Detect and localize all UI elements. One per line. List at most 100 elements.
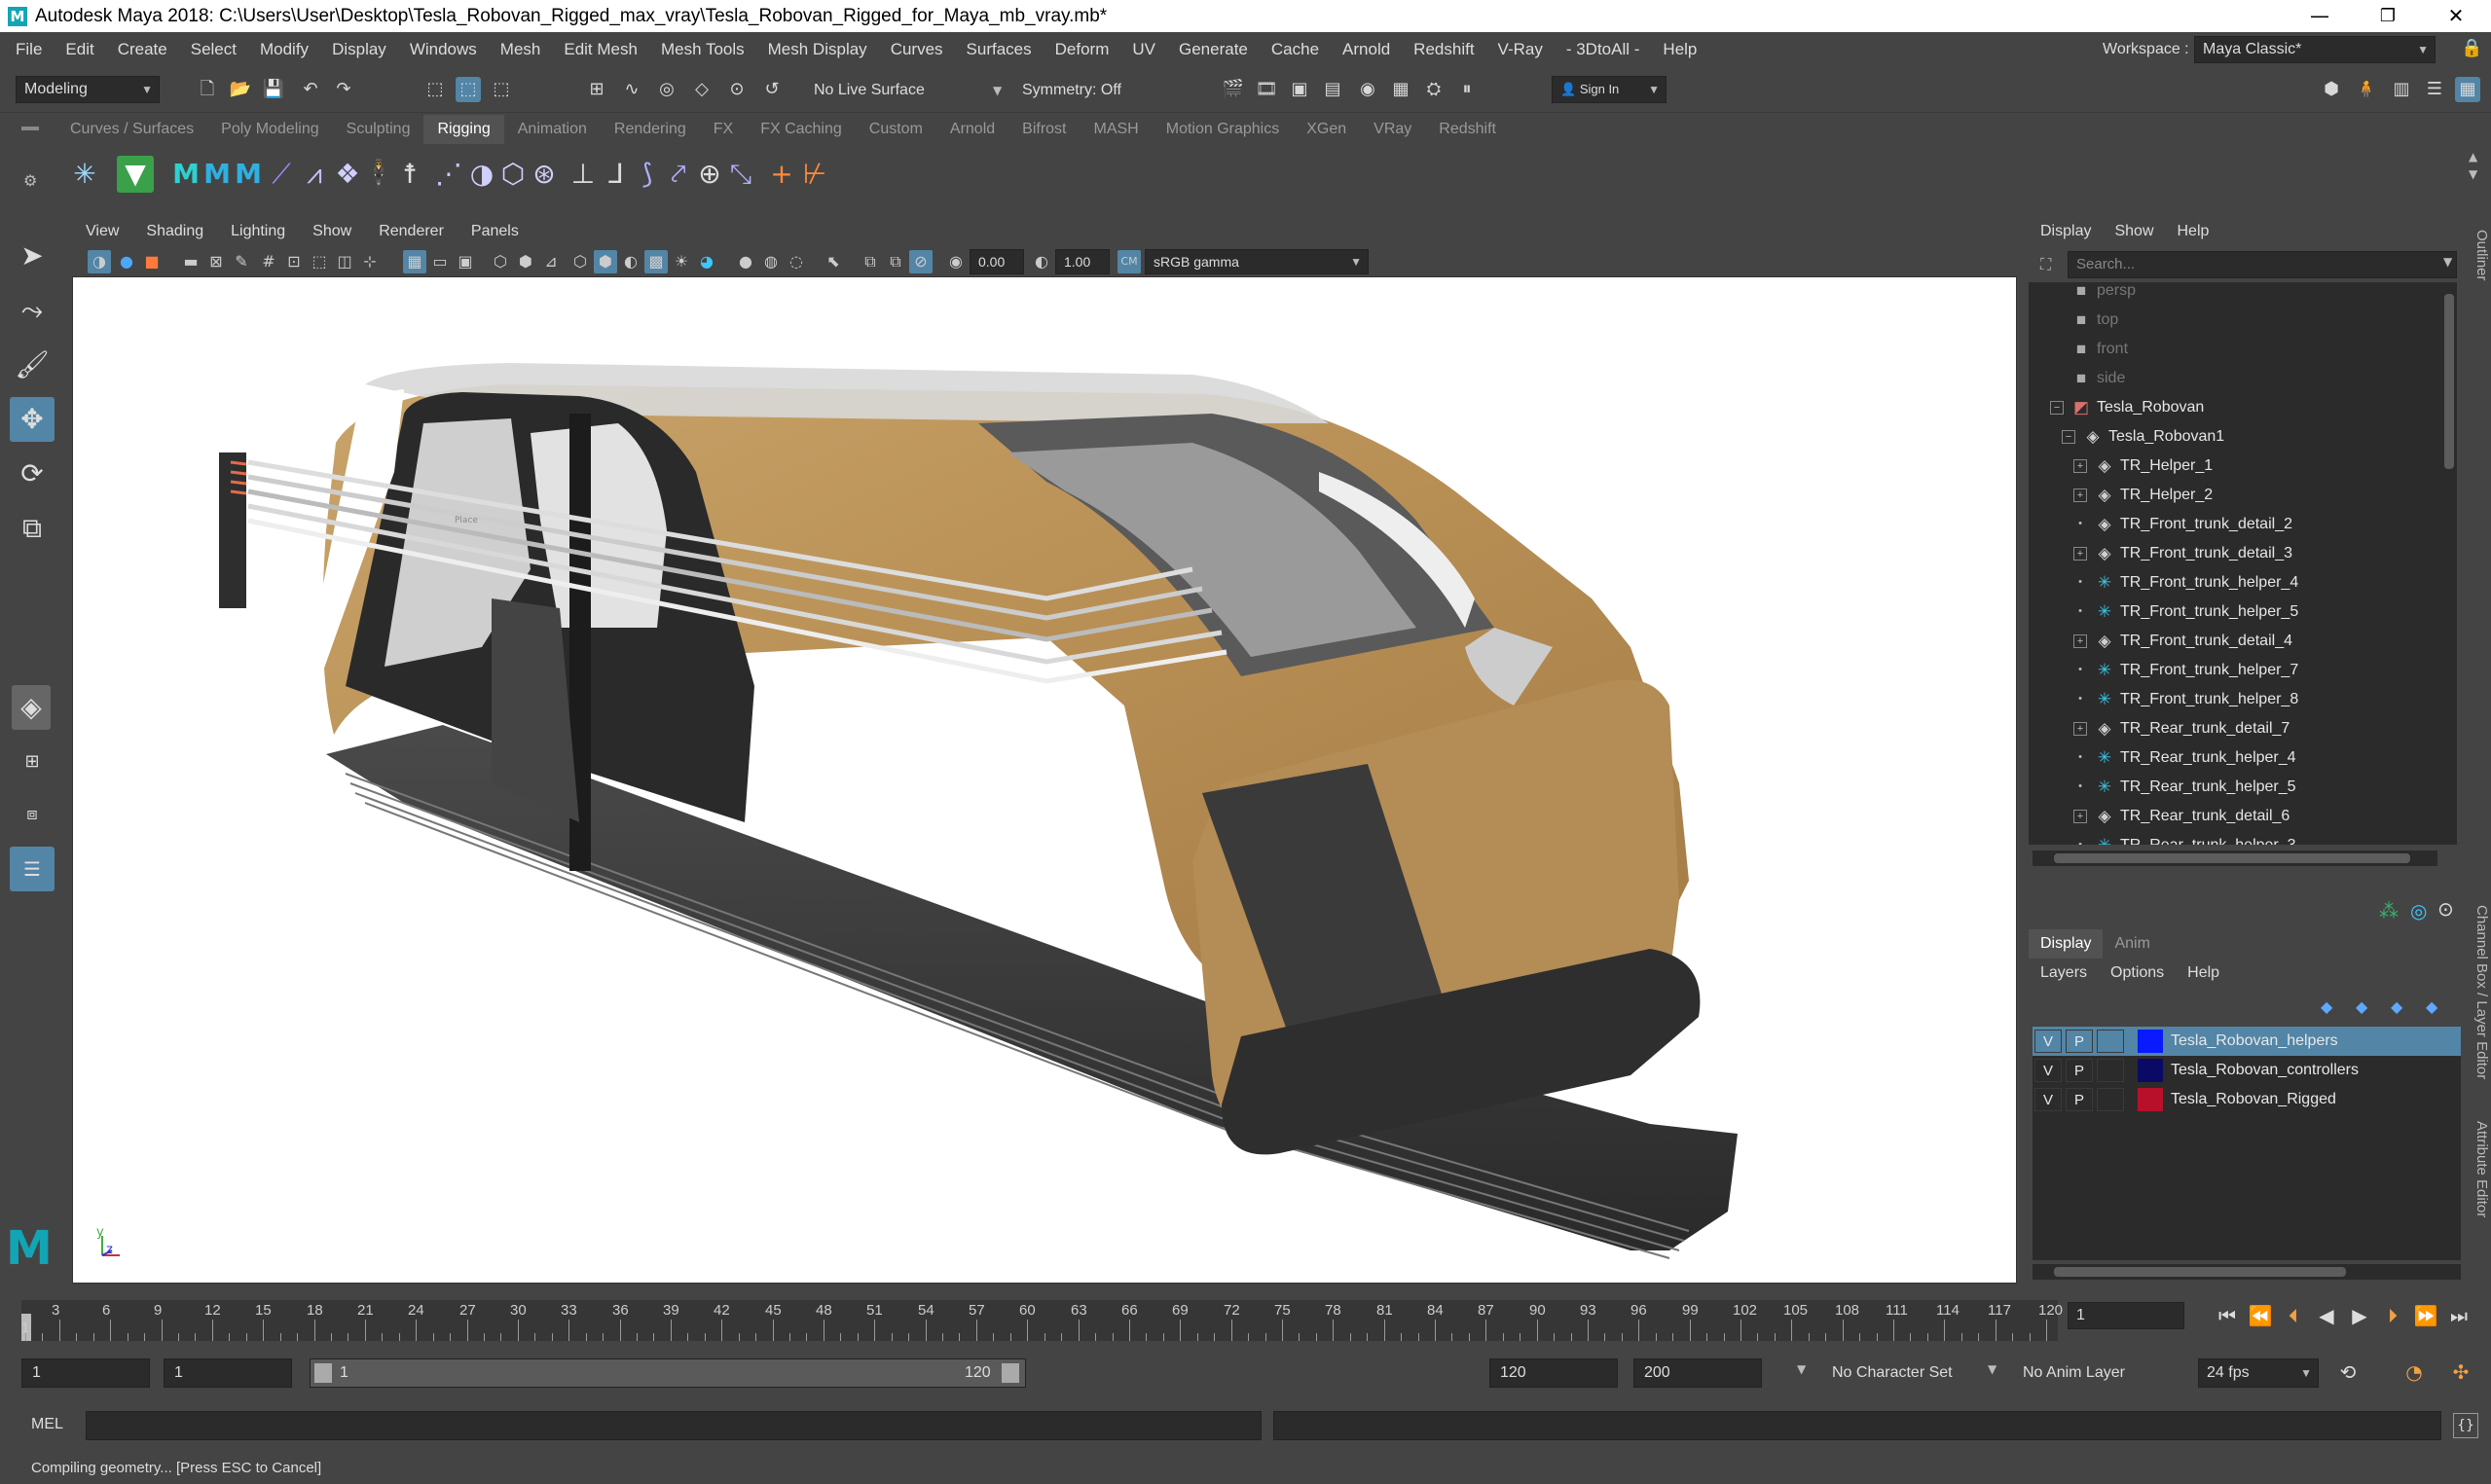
viewport-menu-renderer[interactable]: Renderer: [365, 216, 458, 247]
go-to-start-icon[interactable]: ⏮: [2214, 1302, 2241, 1329]
menu-create[interactable]: Create: [106, 32, 179, 66]
exposure-icon[interactable]: ◉: [944, 250, 968, 273]
camera-attributes-icon[interactable]: ●: [115, 250, 138, 273]
layer-tab-anim[interactable]: Anim: [2103, 929, 2161, 959]
render-frame-icon[interactable]: 🎞: [1254, 77, 1279, 102]
viewport-menu-show[interactable]: Show: [299, 216, 365, 247]
new-empty-layer-icon[interactable]: ◆: [2391, 997, 2402, 1016]
shelf-tab-menu-icon[interactable]: [21, 127, 39, 130]
redo-icon[interactable]: ↷: [331, 77, 356, 102]
wireframe-on-shaded-icon[interactable]: ⬡: [568, 250, 592, 273]
render-settings-icon[interactable]: ▤: [1320, 77, 1345, 102]
close-button[interactable]: ✕: [2422, 0, 2490, 32]
mel-label[interactable]: MEL: [31, 1403, 63, 1446]
select-by-component-icon[interactable]: ⬚: [489, 77, 514, 102]
sign-in-dropdown[interactable]: 👤 Sign In ▼: [1552, 76, 1667, 103]
range-bar[interactable]: 1 120: [310, 1358, 1026, 1388]
outliner-item[interactable]: • ✳ TR_Rear_trunk_helper_5: [2029, 773, 2457, 802]
menu-set-dropdown[interactable]: Modeling ▼: [16, 76, 160, 103]
lasso-tool-icon[interactable]: ⤳: [10, 288, 55, 333]
menu-modify[interactable]: Modify: [248, 32, 320, 66]
layer-menu-layers[interactable]: Layers: [2029, 959, 2099, 988]
vray-render-icon[interactable]: ▦: [1388, 77, 1413, 102]
ambient-occlusion-icon[interactable]: ◕: [695, 250, 718, 273]
single-perspective-layout-icon[interactable]: ◈: [12, 685, 51, 730]
expand-icon[interactable]: +: [2073, 547, 2087, 561]
layer-row[interactable]: V P Tesla_Robovan_controllers: [2033, 1056, 2461, 1085]
shelf-tab-animation[interactable]: Animation: [504, 115, 601, 144]
outliner-item[interactable]: + ◈ TR_Front_trunk_detail_3: [2029, 539, 2457, 568]
outliner-hscrollbar[interactable]: [2033, 851, 2437, 866]
auto-key-icon[interactable]: ◔: [2400, 1358, 2428, 1386]
expand-icon[interactable]: +: [2073, 489, 2087, 502]
current-frame-field[interactable]: 1: [2068, 1302, 2184, 1329]
menu-edit-mesh[interactable]: Edit Mesh: [552, 32, 649, 66]
viewport-menu-lighting[interactable]: Lighting: [217, 216, 299, 247]
outliner-item[interactable]: • ✳ TR_Rear_trunk_helper_3: [2029, 831, 2457, 845]
use-all-lights-icon[interactable]: ◐: [619, 250, 642, 273]
minimize-button[interactable]: —: [2286, 0, 2354, 32]
menu-windows[interactable]: Windows: [398, 32, 489, 66]
channel-box-side-tab[interactable]: Channel Box / Layer Editor: [2473, 905, 2490, 1079]
2d-pan-zoom-icon[interactable]: ⊠: [204, 250, 228, 273]
driven-key-icon[interactable]: ⊬: [796, 156, 833, 193]
menu-uv[interactable]: UV: [1120, 32, 1167, 66]
expand-icon[interactable]: +: [2073, 810, 2087, 823]
hscroll-thumb[interactable]: [2054, 853, 2410, 863]
depth-of-field-icon[interactable]: ◌: [785, 250, 808, 273]
shelf-tab-rendering[interactable]: Rendering: [601, 115, 700, 144]
shelf-tab-fx-caching[interactable]: FX Caching: [747, 115, 856, 144]
menu-mesh[interactable]: Mesh: [489, 32, 553, 66]
attribute-editor-toggle-icon[interactable]: ▥: [2389, 77, 2414, 102]
viewport-menu-shading[interactable]: Shading: [132, 216, 217, 247]
menu-display[interactable]: Display: [320, 32, 398, 66]
outliner-menu-display[interactable]: Display: [2029, 216, 2103, 247]
anti-aliasing-icon[interactable]: ◍: [759, 250, 783, 273]
outliner-item[interactable]: ■ top: [2029, 306, 2457, 335]
resolution-gate-icon[interactable]: ⬚: [308, 250, 331, 273]
select-tool-icon[interactable]: ➤: [10, 234, 55, 278]
shelf-tab-curves-surfaces[interactable]: Curves / Surfaces: [56, 115, 207, 144]
chevron-down-icon[interactable]: ▼: [1797, 1362, 1806, 1376]
outliner-search-input[interactable]: Search...: [2068, 251, 2457, 278]
shelf-scroll-down-icon[interactable]: ▼: [2469, 167, 2477, 181]
menu-v-ray[interactable]: V-Ray: [1486, 32, 1555, 66]
play-forwards-icon[interactable]: ▶: [2346, 1302, 2373, 1329]
shelf-tab-fx[interactable]: FX: [700, 115, 747, 144]
select-by-hierarchy-icon[interactable]: ⬚: [422, 77, 448, 102]
four-view-layout-icon[interactable]: ⊞: [10, 740, 55, 784]
grease-pencil-icon[interactable]: ✎: [230, 250, 253, 273]
loop-icon[interactable]: ⟲: [2334, 1358, 2362, 1386]
channel-settings-icon[interactable]: ⊙: [2437, 897, 2454, 921]
script-editor-icon[interactable]: {}: [2453, 1413, 2478, 1438]
locator-icon[interactable]: +: [763, 156, 800, 193]
shelf-tab-xgen[interactable]: XGen: [1293, 115, 1360, 144]
chevron-down-icon[interactable]: ▼: [1988, 1362, 1996, 1376]
layer-hscrollbar[interactable]: [2033, 1264, 2461, 1280]
outliner-item[interactable]: + ◈ TR_Helper_1: [2029, 452, 2457, 481]
new-layer-selected-icon[interactable]: ◆: [2426, 997, 2437, 1016]
outliner-item[interactable]: + ◈ TR_Rear_trunk_detail_6: [2029, 802, 2457, 831]
paint-select-tool-icon[interactable]: 🖌: [10, 343, 55, 387]
outliner-side-tab[interactable]: Outliner: [2473, 230, 2490, 281]
layer-name[interactable]: Tesla_Robovan_Rigged: [2171, 1085, 2336, 1114]
filter-icon[interactable]: ⛶: [2040, 255, 2051, 274]
backface-culling-icon[interactable]: ⊘: [909, 250, 933, 273]
outliner-item[interactable]: • ✳ TR_Front_trunk_helper_5: [2029, 597, 2457, 627]
menu-generate[interactable]: Generate: [1167, 32, 1260, 66]
character-set-label[interactable]: No Character Set: [1832, 1358, 1953, 1388]
lighting-icon[interactable]: ☀: [670, 250, 693, 273]
select-camera-icon[interactable]: ◑: [88, 250, 111, 273]
collapse-icon[interactable]: −: [2062, 430, 2075, 444]
layer-name[interactable]: Tesla_Robovan_helpers: [2171, 1027, 2338, 1056]
layer-color-swatch[interactable]: [2138, 1030, 2163, 1053]
outliner-item[interactable]: + ◈ TR_Front_trunk_detail_4: [2029, 627, 2457, 656]
motion-blur-icon[interactable]: ●: [734, 250, 757, 273]
film-gate-icon[interactable]: ⊡: [282, 250, 306, 273]
point-constraint-icon[interactable]: ⊥: [565, 156, 602, 193]
attribute-icon[interactable]: ◎: [2410, 899, 2427, 923]
undo-icon[interactable]: ↶: [298, 77, 323, 102]
snap-live-icon[interactable]: ⊙: [724, 77, 750, 102]
render-view-icon[interactable]: 🎬: [1221, 77, 1246, 102]
range-start-handle[interactable]: [314, 1363, 332, 1383]
